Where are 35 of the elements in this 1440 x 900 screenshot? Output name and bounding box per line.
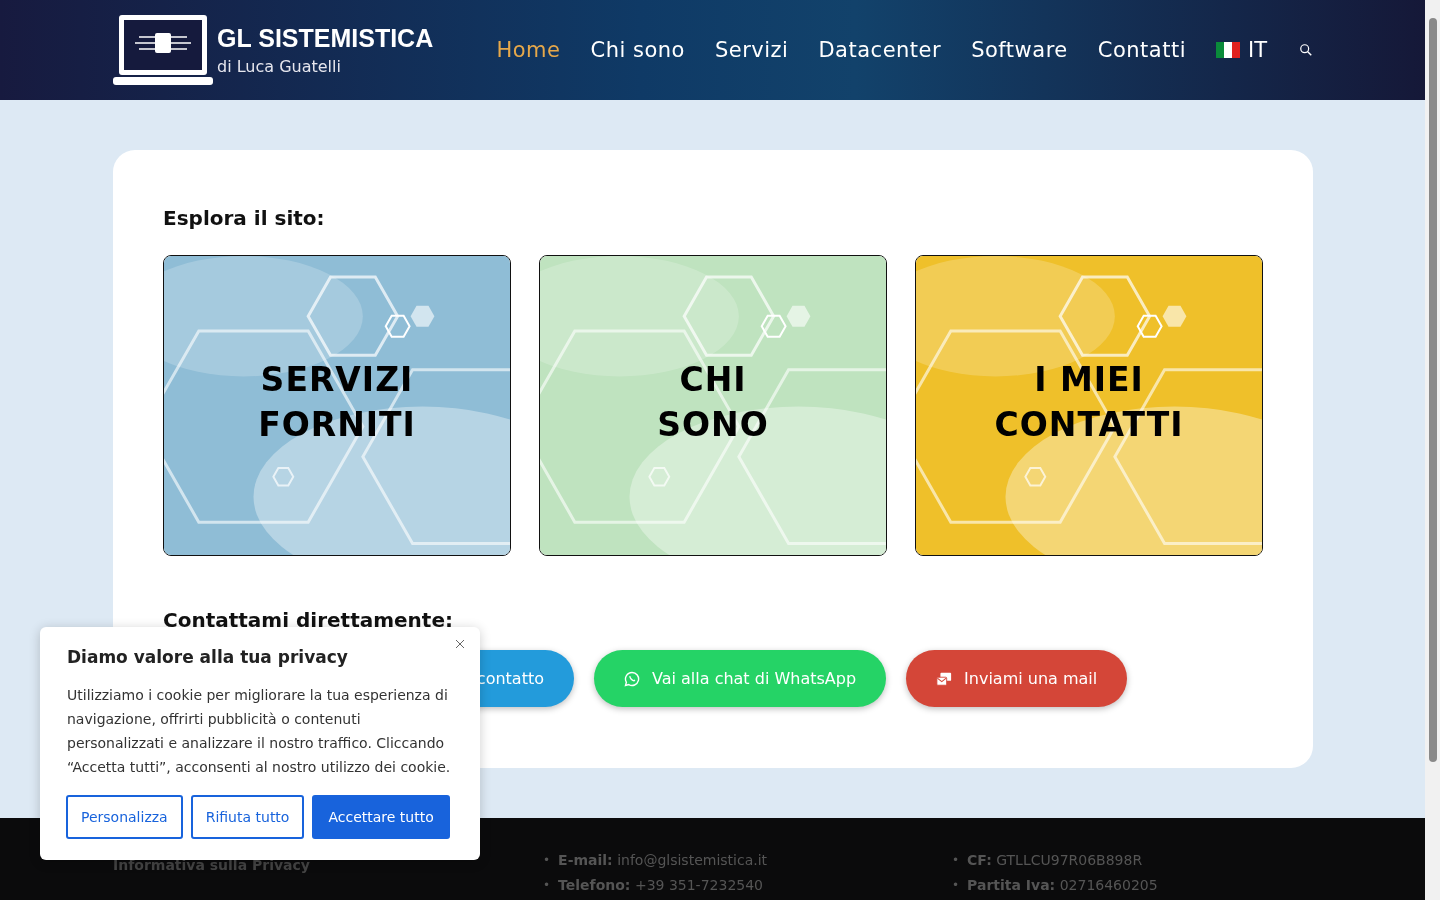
- nav-link[interactable]: Contatti: [1097, 38, 1186, 62]
- nav-link[interactable]: Chi sono: [590, 38, 685, 62]
- bullet: •: [543, 852, 551, 869]
- bullet: •: [952, 877, 960, 894]
- dialog-title: Diamo valore alla tua privacy: [67, 647, 349, 667]
- navigation-tile[interactable]: SERVIZI FORNITI: [163, 255, 511, 556]
- logo-subtitle: di Luca Guatelli: [217, 57, 342, 76]
- section-heading: Esplora il sito:: [163, 206, 326, 230]
- cookie-button[interactable]: Rifiuta tutto: [190, 795, 305, 839]
- nav-link[interactable]: Datacenter: [818, 38, 942, 62]
- logo-title[interactable]: GL SISTEMISTICA: [217, 24, 434, 53]
- scrollbar[interactable]: [1425, 0, 1440, 900]
- flag-icon[interactable]: [1215, 42, 1240, 58]
- envelopes-icon: [936, 670, 953, 687]
- cookie-button[interactable]: Accettare tutto: [312, 795, 450, 839]
- section-heading: Contattami direttamente:: [163, 608, 454, 632]
- nav-link[interactable]: Home: [496, 38, 561, 62]
- navigation-tile[interactable]: I MIEI CONTATTI: [915, 255, 1263, 556]
- bullet: •: [952, 852, 960, 869]
- footer-contact-line: E-mail: info@glsistemistica.it: [558, 851, 768, 870]
- footer-contact-line: Telefono: +39 351-7232540: [558, 876, 764, 895]
- laptop-logo-icon: [113, 13, 213, 87]
- bullet: •: [543, 877, 551, 894]
- dialog-text: Utilizziamo i cookie per migliorare la tua esperienza di navigazione, offrirti pubblicità o contenuti personalizzati e analizzare il nostro traffico. Cliccando “Accetta tutti”, acconsenti al nostro utilizzo dei cookie.: [67, 686, 452, 777]
- cookie-button[interactable]: Personalizza: [66, 795, 183, 839]
- nav-link[interactable]: Servizi: [714, 38, 789, 62]
- nav-link[interactable]: Software: [971, 38, 1068, 62]
- footer-company-line: CF: GTLLCU97R06B898R: [967, 851, 1143, 870]
- navigation-tile[interactable]: CHI SONO: [539, 255, 887, 556]
- search-icon[interactable]: [1299, 43, 1313, 57]
- language-link[interactable]: IT: [1247, 38, 1267, 62]
- chat-bubble-icon: [624, 670, 640, 687]
- footer-company-line: Partita Iva: 02716460205: [967, 876, 1158, 895]
- close-icon[interactable]: [455, 639, 465, 649]
- contact-button[interactable]: Inviami una mail: [906, 650, 1128, 707]
